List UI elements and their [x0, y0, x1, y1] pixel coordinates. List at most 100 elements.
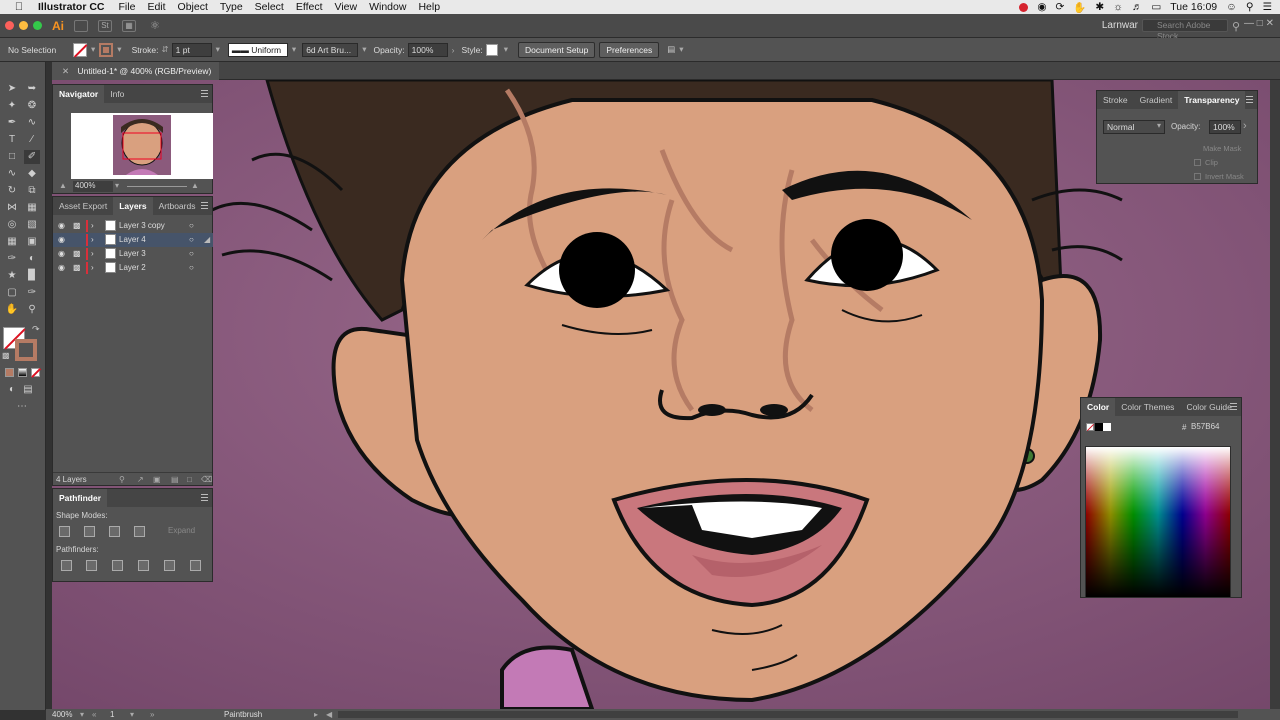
- visibility-eye-icon[interactable]: ◉: [58, 261, 65, 275]
- menu-effect[interactable]: Effect: [296, 1, 323, 13]
- target-circle-icon[interactable]: ○: [189, 219, 194, 233]
- scale-tool-icon[interactable]: ⧉: [24, 184, 40, 198]
- volume-icon[interactable]: ♬: [1132, 1, 1143, 13]
- divide-icon[interactable]: [61, 560, 72, 571]
- edit-toolbar-icon[interactable]: ⋯: [14, 400, 30, 414]
- navigator-thumbnail[interactable]: [71, 113, 213, 179]
- expand-chevron-icon[interactable]: ›: [91, 261, 94, 275]
- navigator-zoom-dropdown[interactable]: ▾: [115, 181, 119, 190]
- new-layer-icon[interactable]: □: [187, 473, 192, 486]
- pen-tool-icon[interactable]: ✒: [4, 116, 20, 130]
- mesh-tool-icon[interactable]: ▦: [4, 235, 20, 249]
- minimize-window-button[interactable]: [19, 21, 28, 30]
- stroke-color-box[interactable]: [15, 339, 37, 361]
- tab-transparency[interactable]: Transparency: [1178, 91, 1246, 109]
- tab-navigator[interactable]: Navigator: [53, 85, 105, 103]
- layer-row-layer-3[interactable]: ◉ ▩ › Layer 3 ○: [53, 247, 213, 261]
- clip-checkbox[interactable]: [1194, 159, 1201, 166]
- document-setup-button[interactable]: Document Setup: [518, 41, 596, 58]
- layer-name[interactable]: Layer 3 copy: [119, 219, 165, 233]
- blend-tool-icon[interactable]: ◐: [24, 252, 40, 266]
- wifi-icon[interactable]: ☼: [1113, 1, 1123, 13]
- lock-icon[interactable]: ▩: [73, 247, 81, 261]
- next-artboard-icon[interactable]: »: [150, 710, 164, 719]
- eyedropper-tool-icon[interactable]: ✑: [4, 252, 20, 266]
- navigator-menu-icon[interactable]: [201, 90, 208, 97]
- visibility-eye-icon[interactable]: ◉: [58, 247, 65, 261]
- transparency-opacity-field[interactable]: 100%: [1209, 120, 1241, 134]
- merge-icon[interactable]: [112, 560, 123, 571]
- white-swatch[interactable]: [1103, 423, 1111, 431]
- gradient-tool-icon[interactable]: ▣: [24, 235, 40, 249]
- pathfinder-menu-icon[interactable]: [201, 494, 208, 501]
- clock[interactable]: Tue 16:09: [1170, 1, 1217, 13]
- shaper-tool-icon[interactable]: ∿: [4, 167, 20, 181]
- zoom-in-icon[interactable]: ▲: [191, 181, 199, 190]
- artboard-number-field[interactable]: 1: [106, 710, 130, 719]
- target-circle-icon[interactable]: ○: [189, 247, 194, 261]
- lock-icon[interactable]: ▩: [73, 261, 81, 275]
- bridge-icon[interactable]: [74, 19, 88, 32]
- fill-dropdown-icon[interactable]: ▾: [91, 44, 95, 55]
- menu-edit[interactable]: Edit: [147, 1, 165, 13]
- canvas-vertical-scrollbar[interactable]: [1270, 80, 1280, 709]
- status-zoom-field[interactable]: 400%: [46, 710, 80, 719]
- user-icon[interactable]: ☺: [1226, 1, 1237, 13]
- blend-mode-select[interactable]: Normal: [1103, 120, 1165, 134]
- workspace-switcher[interactable]: Larnwar: [1102, 20, 1138, 31]
- transparency-menu-icon[interactable]: [1246, 96, 1253, 103]
- minus-front-icon[interactable]: [84, 526, 95, 537]
- close-document-icon[interactable]: ✕: [62, 66, 69, 76]
- menu-help[interactable]: Help: [418, 1, 440, 13]
- tab-color-themes[interactable]: Color Themes: [1115, 398, 1180, 416]
- minus-back-icon[interactable]: [190, 560, 201, 571]
- sync-icon[interactable]: ⟳: [1055, 1, 1064, 13]
- selection-tool-icon[interactable]: ➤: [4, 82, 20, 96]
- stroke-dropdown-icon[interactable]: ▾: [117, 44, 121, 55]
- layer-row-layer-4[interactable]: ◉ › Layer 4 ○ ◢: [53, 233, 213, 247]
- close-window-button[interactable]: [5, 21, 14, 30]
- arrange-documents-icon[interactable]: ▦: [122, 19, 136, 32]
- new-sublayer-icon[interactable]: ▤: [171, 473, 179, 486]
- bluetooth-icon[interactable]: ✱: [1095, 1, 1104, 13]
- profile-dropdown-icon[interactable]: ▾: [292, 44, 296, 55]
- opacity-arrow-icon[interactable]: ›: [452, 45, 455, 55]
- menu-type[interactable]: Type: [220, 1, 243, 13]
- trim-icon[interactable]: [86, 560, 97, 571]
- arrange-icon[interactable]: ▤: [667, 44, 675, 55]
- outline-icon[interactable]: [164, 560, 175, 571]
- hand-tool-icon[interactable]: ✋: [4, 303, 20, 317]
- notifications-icon[interactable]: ☰: [1263, 1, 1272, 13]
- expand-chevron-icon[interactable]: ›: [91, 247, 94, 261]
- swap-colors-icon[interactable]: ↷: [32, 324, 40, 335]
- opacity-field[interactable]: 100%: [407, 42, 448, 57]
- layer-name[interactable]: Layer 2: [119, 261, 146, 275]
- locate-object-icon[interactable]: ⚲: [119, 473, 125, 486]
- unite-icon[interactable]: [59, 526, 70, 537]
- visibility-eye-icon[interactable]: ◉: [58, 233, 65, 247]
- tab-layers[interactable]: Layers: [113, 197, 153, 215]
- stroke-swatch[interactable]: [99, 42, 114, 57]
- style-dropdown-icon[interactable]: ▾: [504, 44, 508, 55]
- target-circle-icon[interactable]: ○: [189, 261, 194, 275]
- lasso-tool-icon[interactable]: ❂: [24, 99, 40, 113]
- zoom-window-button[interactable]: [33, 21, 42, 30]
- default-colors-icon[interactable]: ▩: [2, 351, 10, 360]
- transparency-opacity-arrow[interactable]: ›: [1243, 120, 1247, 132]
- intersect-icon[interactable]: [109, 526, 120, 537]
- tab-gradient[interactable]: Gradient: [1134, 91, 1179, 109]
- scroll-left-icon[interactable]: ◀: [326, 710, 338, 719]
- column-graph-tool-icon[interactable]: ▉: [24, 269, 40, 283]
- make-mask-button[interactable]: Make Mask: [1203, 144, 1241, 153]
- prev-artboard-icon[interactable]: «: [92, 710, 106, 719]
- none-mode-icon[interactable]: [31, 367, 41, 378]
- drawing-modes-icon[interactable]: ◐: [4, 383, 20, 397]
- graphic-style-swatch[interactable]: [485, 43, 498, 56]
- expand-chevron-icon[interactable]: ›: [91, 219, 94, 233]
- tab-color[interactable]: Color: [1081, 398, 1116, 416]
- gpu-performance-icon[interactable]: ⚛: [150, 19, 160, 32]
- free-transform-tool-icon[interactable]: ▦: [24, 201, 40, 215]
- hex-color-field[interactable]: B57B64: [1191, 421, 1235, 433]
- zoom-tool-icon[interactable]: ⚲: [24, 303, 40, 317]
- horizontal-scrollbar[interactable]: [338, 711, 1238, 718]
